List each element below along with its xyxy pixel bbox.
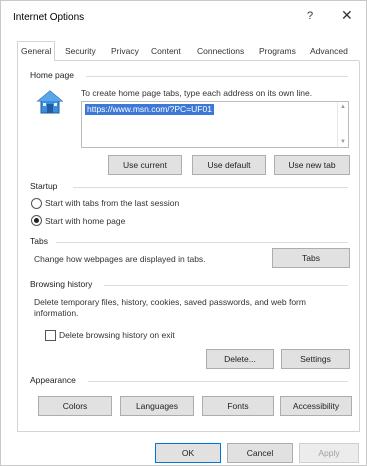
tabs-group-label: Tabs — [30, 236, 51, 246]
tabs-button[interactable]: Tabs — [272, 248, 350, 268]
tab-general[interactable]: General — [17, 41, 56, 62]
home-page-icon — [36, 90, 64, 114]
tab-connections[interactable]: Connections — [197, 43, 244, 59]
close-button[interactable]: ✕ — [341, 8, 353, 22]
languages-button[interactable]: Languages — [120, 396, 194, 416]
home-page-group-label: Home page — [30, 70, 77, 80]
delete-on-exit-label[interactable]: Delete browsing history on exit — [59, 330, 175, 340]
tab-programs[interactable]: Programs — [259, 43, 296, 59]
tabs-description: Change how webpages are displayed in tab… — [34, 254, 206, 264]
tab-advanced[interactable]: Advanced — [310, 43, 348, 59]
delete-on-exit-checkbox[interactable] — [45, 330, 56, 341]
scroll-down-icon[interactable]: ▼ — [340, 139, 346, 145]
url-scrollbar[interactable]: ▲ ▼ — [337, 102, 348, 147]
general-tab-panel: Home page To create home page tabs, type… — [17, 61, 360, 432]
history-settings-button[interactable]: Settings — [281, 349, 350, 369]
use-current-button[interactable]: Use current — [108, 155, 182, 175]
start-last-session-radio[interactable] — [31, 198, 42, 209]
accessibility-button[interactable]: Accessibility — [280, 396, 352, 416]
tab-content[interactable]: Content — [151, 43, 181, 59]
appearance-divider — [88, 381, 348, 382]
cancel-button[interactable]: Cancel — [227, 443, 293, 463]
scroll-up-icon[interactable]: ▲ — [340, 104, 346, 110]
help-button[interactable]: ? — [307, 10, 313, 22]
startup-group-label: Startup — [30, 181, 61, 191]
browsing-history-description: Delete temporary files, history, cookies… — [34, 297, 306, 318]
fonts-button[interactable]: Fonts — [202, 396, 274, 416]
tab-privacy[interactable]: Privacy — [111, 43, 139, 59]
home-page-url-value[interactable]: https://www.msn.com/?PC=UF01 — [85, 104, 214, 115]
colors-button[interactable]: Colors — [38, 396, 112, 416]
use-new-tab-button[interactable]: Use new tab — [274, 155, 350, 175]
use-default-button[interactable]: Use default — [192, 155, 266, 175]
title-bar: Internet Options ? ✕ — [1, 1, 366, 31]
tab-security[interactable]: Security — [65, 43, 96, 59]
start-home-page-radio[interactable] — [31, 215, 42, 226]
appearance-group-label: Appearance — [30, 375, 79, 385]
start-last-session-label[interactable]: Start with tabs from the last session — [45, 198, 179, 208]
startup-divider — [73, 187, 348, 188]
browsing-history-group-label: Browsing history — [30, 279, 96, 289]
home-page-divider — [86, 76, 348, 77]
browsing-history-divider — [104, 285, 348, 286]
tab-strip: General Security Privacy Content Connect… — [17, 41, 359, 62]
home-page-description: To create home page tabs, type each addr… — [81, 88, 313, 98]
window-title: Internet Options — [13, 12, 85, 23]
home-page-url-textarea[interactable]: https://www.msn.com/?PC=UF01 ▲ ▼ — [81, 101, 349, 148]
ok-button[interactable]: OK — [155, 443, 221, 463]
apply-button[interactable]: Apply — [299, 443, 359, 463]
internet-options-window: Internet Options ? ✕ General Security Pr… — [0, 0, 367, 466]
tabs-divider — [56, 242, 348, 243]
delete-history-button[interactable]: Delete... — [206, 349, 274, 369]
start-home-page-label[interactable]: Start with home page — [45, 216, 125, 226]
